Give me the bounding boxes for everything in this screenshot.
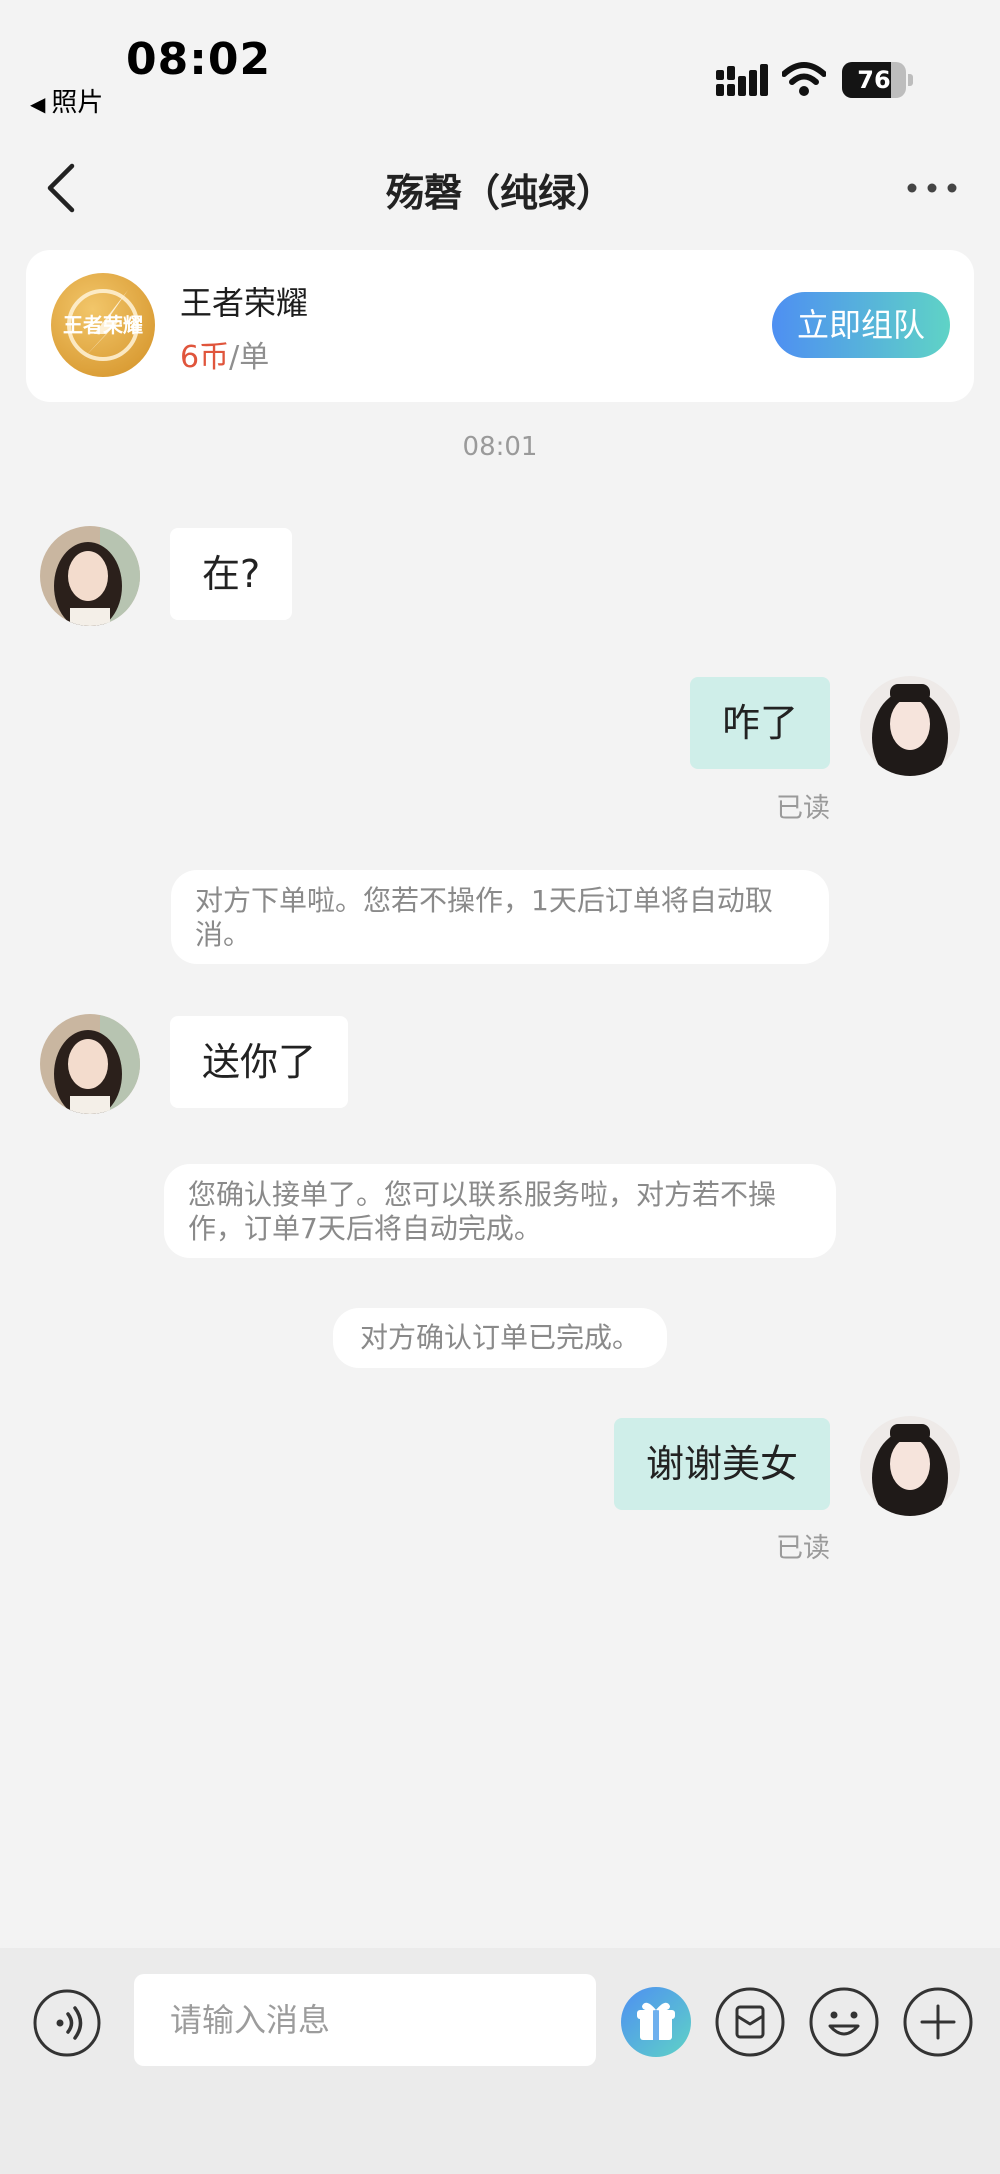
- gift-icon: [621, 1987, 691, 2057]
- outgoing-message[interactable]: 咋了: [689, 677, 830, 769]
- status-back-to-app[interactable]: ◀ 照片: [30, 82, 103, 119]
- more-options-button[interactable]: [900, 164, 964, 212]
- game-logo-icon: 王者荣耀: [51, 273, 155, 377]
- emoji-icon: [809, 1987, 879, 2057]
- message-input[interactable]: [134, 1974, 596, 2066]
- order-icon: [715, 1987, 785, 2057]
- system-notice: 您确认接单了。您可以联系服务啦，对方若不操作，订单7天后将自动完成。: [164, 1164, 836, 1258]
- signal-icon: [716, 64, 768, 96]
- emoji-button[interactable]: [808, 1986, 880, 2058]
- voice-button[interactable]: [32, 1988, 102, 2058]
- system-notice: 对方确认订单已完成。: [333, 1308, 667, 1368]
- read-receipt: 已读: [776, 793, 830, 824]
- incoming-message[interactable]: 送你了: [170, 1016, 349, 1108]
- status-back-label: 照片: [51, 88, 104, 118]
- my-avatar-image: [860, 676, 960, 776]
- outgoing-message[interactable]: 谢谢美女: [613, 1418, 830, 1510]
- more-actions-button[interactable]: [902, 1986, 974, 2058]
- price-line: 6币/单: [180, 332, 269, 376]
- wifi-icon: [782, 62, 826, 96]
- price-value: 6币: [180, 340, 230, 375]
- team-up-button[interactable]: 立即组队: [772, 292, 950, 358]
- input-bar: [0, 1948, 1000, 2174]
- gift-button[interactable]: [620, 1986, 692, 2058]
- price-unit: /单: [229, 340, 270, 375]
- incoming-message[interactable]: 在?: [170, 528, 293, 620]
- chat-timestamp: 08:01: [462, 432, 538, 462]
- voice-icon: [33, 1989, 101, 2057]
- my-avatar[interactable]: [860, 676, 960, 776]
- order-button[interactable]: [714, 1986, 786, 2058]
- status-time: 08:02: [126, 34, 272, 85]
- more-icon: [907, 183, 957, 193]
- service-card: 王者荣耀 王者荣耀 6币/单 立即组队: [26, 250, 974, 402]
- nav-bar: 殇磬（纯绿）: [0, 140, 1000, 236]
- read-receipt: 已读: [776, 1533, 830, 1564]
- contact-avatar-image: [40, 526, 140, 626]
- status-bar: 08:02 ◀ 照片 76: [0, 0, 1000, 120]
- battery-level: 76: [857, 66, 891, 94]
- contact-avatar[interactable]: [40, 1014, 140, 1114]
- back-triangle-icon: ◀: [30, 92, 46, 116]
- my-avatar-image: [860, 1416, 960, 1516]
- battery-icon: 76: [842, 62, 914, 98]
- game-name: 王者荣耀: [180, 284, 309, 322]
- plus-icon: [903, 1987, 973, 2057]
- system-notice: 对方下单啦。您若不操作，1天后订单将自动取消。: [171, 870, 829, 964]
- contact-avatar[interactable]: [40, 526, 140, 626]
- my-avatar[interactable]: [860, 1416, 960, 1516]
- contact-avatar-image: [40, 1014, 140, 1114]
- page-title: 殇磬（纯绿）: [385, 171, 614, 215]
- game-logo-text: 王者荣耀: [63, 313, 143, 337]
